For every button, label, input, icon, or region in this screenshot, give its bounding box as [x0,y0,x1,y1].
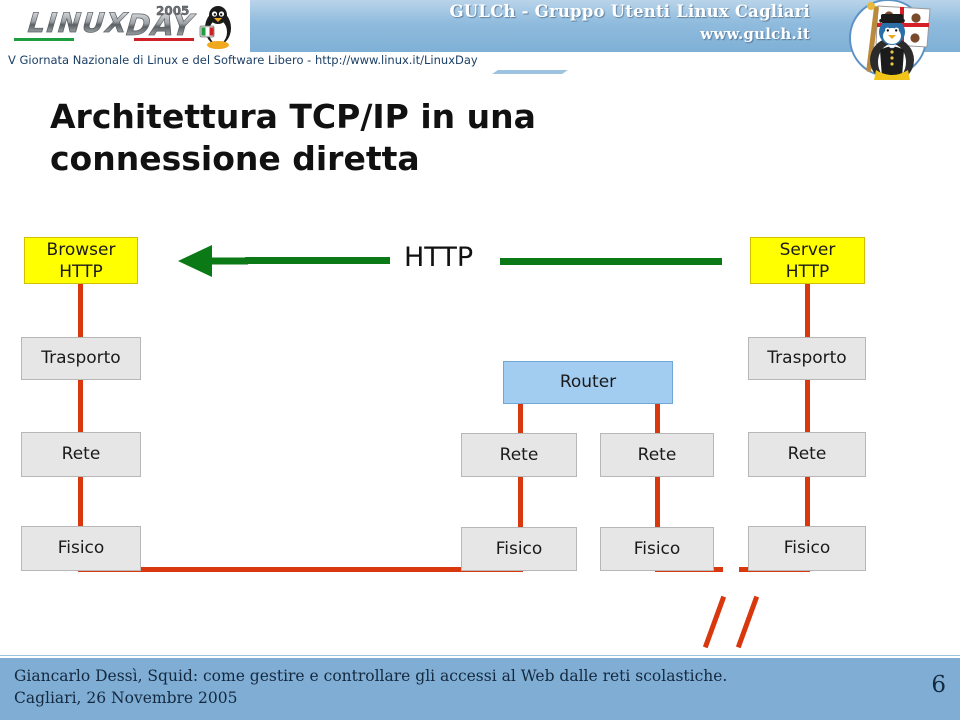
link-router-box-right-stem [655,398,660,434]
link-router-right-vertical [655,430,660,572]
link-client-to-router-horizontal [78,567,523,572]
page-number: 6 [931,672,946,698]
node-server-trasporto-label: Trasporto [767,348,847,368]
break-slash-left-icon [702,595,727,649]
node-client-trasporto[interactable]: Trasporto [21,337,141,380]
node-router-rete-right-label: Rete [637,444,677,465]
node-server-fisico-label: Fisico [783,538,831,558]
gulch-branding: GULCh - Gruppo Utenti Linux Cagliari www… [450,2,810,44]
gulch-url: www.gulch.it [700,25,810,43]
footer-citation: Giancarlo Dessì, Squid: come gestire e c… [14,665,854,709]
node-server-http-label: Server HTTP [779,239,836,282]
http-protocol-label: HTTP [404,242,474,273]
node-client-fisico[interactable]: Fisico [21,526,141,571]
node-client-rete[interactable]: Rete [21,432,141,477]
node-router-fisico-left-label: Fisico [495,538,543,559]
node-server-http[interactable]: Server HTTP [750,237,865,284]
gulch-title: GULCh - Gruppo Utenti Linux Cagliari [449,2,810,21]
svg-text:LINUX: LINUX [23,7,132,38]
break-slash-right-icon [735,595,760,649]
node-router-rete-right[interactable]: Rete [600,433,714,477]
link-break-horizontal [655,567,805,572]
slide-header: LINUX DAY 2005 GULCh - Gruppo Utenti Lin… [0,0,960,53]
node-server-rete-label: Rete [787,444,827,464]
node-browser-http-label: Browser HTTP [46,239,116,282]
node-router-rete-left-label: Rete [499,444,539,465]
node-router-fisico-right-label: Fisico [633,538,681,559]
subbanner-slant-decor [492,70,568,74]
link-client-vertical [78,280,83,572]
gulch-penguin-mascot-icon [826,0,944,85]
node-server-fisico[interactable]: Fisico [748,526,866,571]
slide-footer: Giancarlo Dessì, Squid: come gestire e c… [0,656,960,720]
header-subbanner: V Giornata Nazionale di Linux e del Soft… [0,52,960,74]
http-arrow-shaft-right [500,258,722,265]
node-router-label: Router [559,372,617,392]
footer-citation-line2: Cagliari, 26 Novembre 2005 [14,689,238,707]
node-router-fisico-left[interactable]: Fisico [461,527,577,571]
node-browser-http[interactable]: Browser HTTP [24,237,138,284]
linux-day-logo: LINUX DAY 2005 [8,2,248,50]
node-router-rete-left[interactable]: Rete [461,433,577,477]
http-arrow-shaft-left [245,257,390,264]
slide-title-line2: connessione diretta [50,139,420,178]
node-client-trasporto-label: Trasporto [41,348,121,368]
node-server-trasporto[interactable]: Trasporto [748,337,866,380]
subbanner-text: V Giornata Nazionale di Linux e del Soft… [8,53,478,67]
node-router[interactable]: Router [503,361,673,404]
break-gap-mask [723,562,739,577]
link-router-box-left-stem [518,398,523,434]
link-server-vertical [805,280,810,572]
node-router-fisico-right[interactable]: Fisico [600,527,714,571]
svg-text:2005: 2005 [156,4,189,18]
link-router-left-vertical [518,400,523,572]
node-client-fisico-label: Fisico [57,538,105,558]
node-client-rete-label: Rete [61,444,101,464]
slide-title: Architettura TCP/IP in una connessione d… [50,96,770,180]
node-server-rete[interactable]: Rete [748,432,866,477]
footer-citation-line1: Giancarlo Dessì, Squid: come gestire e c… [14,667,728,685]
http-arrow-head-icon [178,245,248,277]
slide-title-line1: Architettura TCP/IP in una [50,97,536,136]
